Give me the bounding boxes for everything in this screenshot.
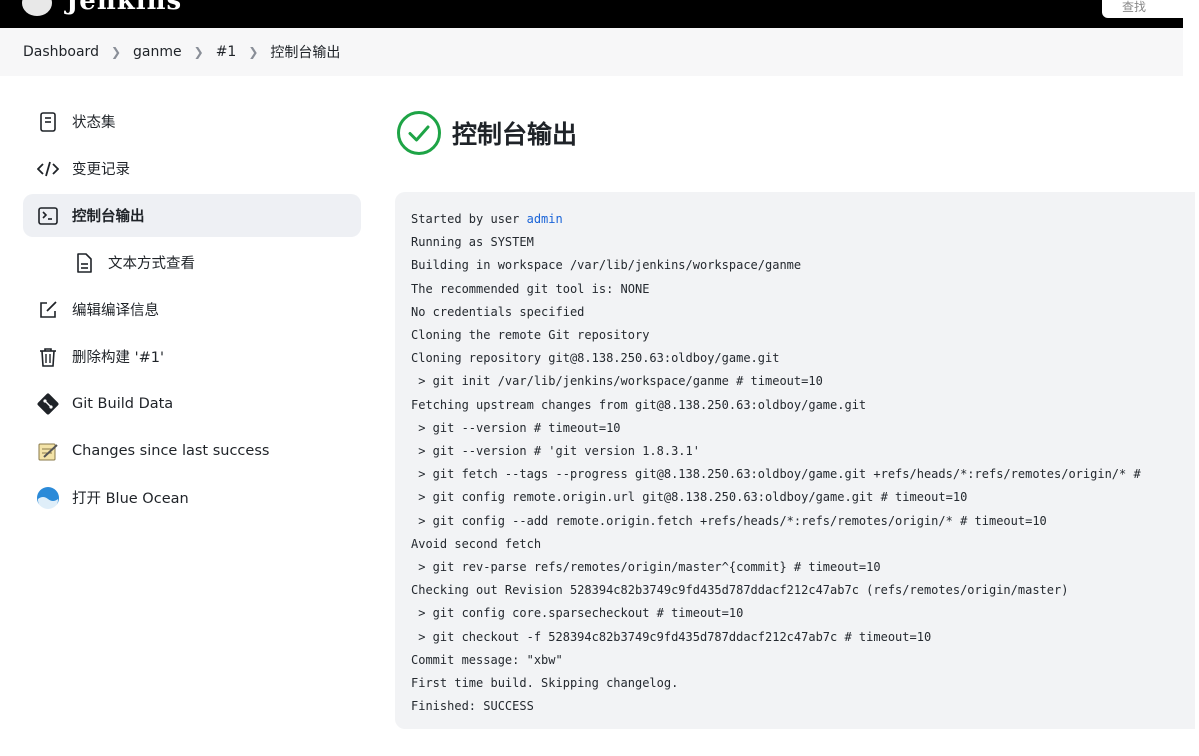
sidebar-item-label: 编辑编译信息 [72, 303, 159, 319]
console-line: First time build. Skipping changelog. [411, 676, 679, 691]
file-icon [72, 251, 96, 275]
sidebar-item-blue-ocean[interactable]: 打开 Blue Ocean [23, 476, 361, 519]
sidebar-item-label: 删除构建 '#1' [72, 350, 164, 366]
top-header: Jenkins 查找 [0, 0, 1183, 28]
git-icon [36, 392, 60, 416]
console-line: Avoid second fetch [411, 536, 542, 551]
sidebar-item-console-output[interactable]: 控制台输出 [23, 194, 361, 237]
console-line: > git config remote.origin.url git@8.138… [418, 490, 968, 505]
breadcrumb: Dashboard ❯ ganme ❯ #1 ❯ 控制台输出 [0, 28, 1183, 76]
console-line: No credentials specified [411, 304, 585, 319]
sidebar-item-label: 文本方式查看 [108, 256, 195, 272]
console-output: Started by user admin Running as SYSTEM … [395, 192, 1195, 729]
console-line: > git checkout -f 528394c82b3749c9fd435d… [418, 629, 932, 644]
chevron-right-icon: ❯ [248, 45, 259, 59]
terminal-icon [36, 204, 60, 228]
sidebar-item-edit-build-info[interactable]: 编辑编译信息 [23, 288, 361, 331]
chevron-right-icon: ❯ [193, 45, 204, 59]
jenkins-logo-text[interactable]: Jenkins [66, 0, 182, 16]
search-box[interactable]: 查找 [1102, 0, 1183, 18]
console-line: > git init /var/lib/jenkins/workspace/ga… [418, 374, 823, 389]
console-line: > git --version # timeout=10 [418, 420, 621, 435]
blue-ocean-icon [36, 486, 60, 510]
sidebar-item-changes-since-last-success[interactable]: Changes since last success [23, 429, 361, 472]
console-line: Building in workspace /var/lib/jenkins/w… [411, 258, 802, 273]
code-icon [36, 157, 60, 181]
sidebar-item-git-build-data[interactable]: Git Build Data [23, 382, 361, 425]
console-line: > git rev-parse refs/remotes/origin/mast… [418, 560, 881, 575]
trash-icon [36, 345, 60, 369]
sidebar-item-status[interactable]: 状态集 [23, 100, 361, 143]
console-line: Started by user [411, 212, 527, 226]
sidebar-item-label: 打开 Blue Ocean [72, 491, 189, 507]
sidebar-item-delete-build[interactable]: 删除构建 '#1' [23, 335, 361, 378]
console-line: > git config --add remote.origin.fetch +… [418, 513, 1047, 528]
console-line: > git config core.sparsecheckout # timeo… [418, 606, 744, 621]
console-line: Cloning repository git@8.138.250.63:oldb… [411, 351, 780, 366]
console-line: Checking out Revision 528394c82b3749c9fd… [411, 583, 1069, 598]
console-line: Fetching upstream changes from git@8.138… [411, 397, 867, 412]
console-line: Running as SYSTEM [411, 235, 534, 250]
search-placeholder: 查找 [1122, 0, 1147, 14]
page-title: 控制台输出 [396, 110, 577, 156]
document-icon [36, 110, 60, 134]
user-link[interactable]: admin [527, 212, 563, 226]
sidebar-item-label: Changes since last success [72, 442, 270, 459]
sidebar-item-label: Git Build Data [72, 395, 174, 412]
console-line: Finished: SUCCESS [411, 699, 534, 714]
sidebar-item-label: 变更记录 [72, 162, 130, 178]
console-lines: Running as SYSTEM Building in workspace … [411, 235, 1141, 713]
console-line: The recommended git tool is: NONE [411, 281, 650, 296]
edit-icon [36, 298, 60, 322]
jenkins-logo-icon[interactable] [22, 0, 52, 16]
sidebar-item-label: 状态集 [72, 115, 116, 131]
console-text: Started by user admin Running as SYSTEM … [395, 192, 1195, 718]
breadcrumb-console[interactable]: 控制台输出 [270, 42, 340, 62]
sidebar-item-changes[interactable]: 变更记录 [23, 147, 361, 190]
sidebar-item-plain-text[interactable]: 文本方式查看 [23, 241, 361, 284]
console-line: Commit message: "xbw" [411, 652, 563, 667]
success-check-icon [396, 110, 442, 156]
breadcrumb-dashboard[interactable]: Dashboard [23, 44, 99, 60]
breadcrumb-build[interactable]: #1 [216, 44, 237, 60]
chevron-right-icon: ❯ [110, 45, 122, 59]
console-line: Cloning the remote Git repository [411, 328, 650, 343]
sidebar-item-label: 控制台输出 [72, 209, 145, 225]
console-line: > git --version # 'git version 1.8.3.1' [418, 444, 700, 459]
page-title-text: 控制台输出 [452, 120, 578, 149]
sidebar: 状态集 变更记录 控制台输出 文本方式查看 编辑编译信息 删除构建 '#1' G… [23, 100, 361, 523]
breadcrumb-job[interactable]: ganme [133, 44, 182, 60]
notepad-icon [36, 439, 60, 463]
console-line: > git fetch --tags --progress git@8.138.… [418, 467, 1141, 482]
